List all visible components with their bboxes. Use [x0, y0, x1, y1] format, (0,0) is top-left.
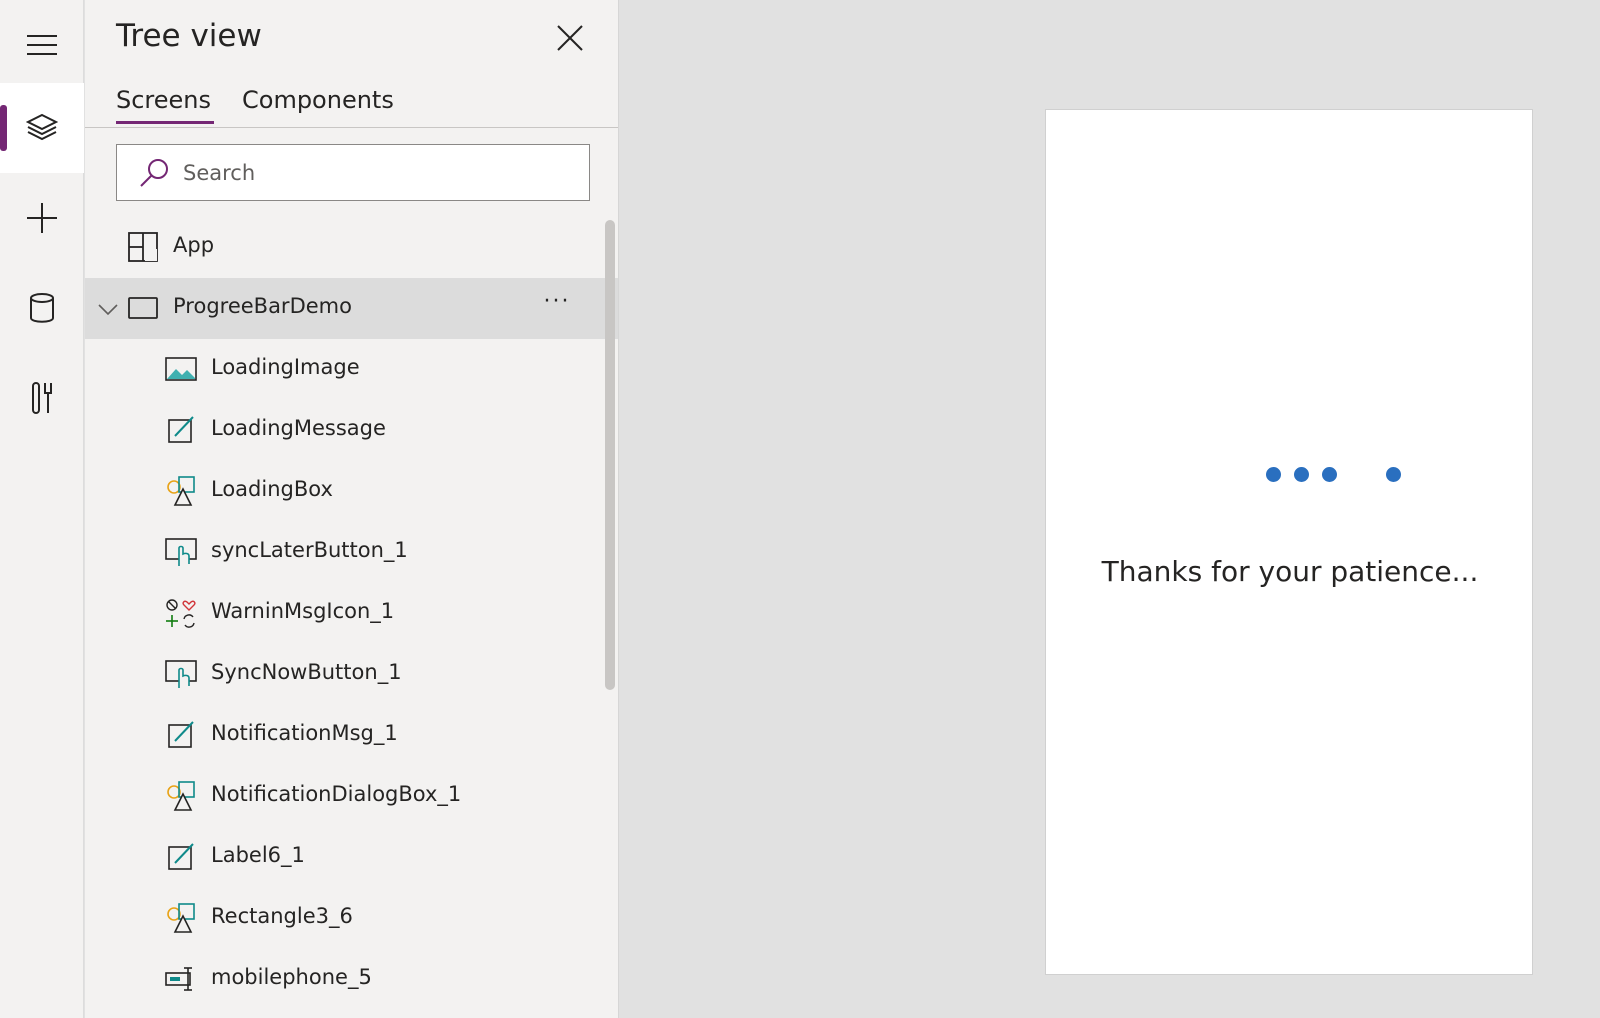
panel-title: Tree view	[116, 18, 262, 54]
screen-preview[interactable]: Thanks for your patience...	[1045, 109, 1533, 975]
loading-dot	[1294, 467, 1309, 482]
tree-item[interactable]: mobilephone_5	[85, 949, 618, 1010]
tree-view-panel: Tree view Screens Components App	[85, 0, 619, 1018]
tree-item-app[interactable]: App	[85, 217, 618, 278]
tree-item[interactable]: Rectangle3_6	[85, 888, 618, 949]
chevron-down-icon[interactable]	[97, 298, 119, 320]
search-input[interactable]	[183, 160, 563, 185]
tree-scrollbar[interactable]	[605, 220, 615, 690]
tree-view-button[interactable]	[0, 83, 84, 173]
tree-item-screen[interactable]: ProgreeBarDemo ···	[85, 278, 618, 339]
tab-components[interactable]: Components	[242, 86, 394, 124]
tree-item[interactable]: LoadingMessage	[85, 400, 618, 461]
tree-item[interactable]: SyncNowButton_1	[85, 644, 618, 705]
layers-icon	[26, 113, 58, 141]
image-icon	[165, 357, 197, 381]
hamburger-menu-button[interactable]	[0, 0, 84, 90]
tree-item[interactable]: WarninMsgIcon_1	[85, 583, 618, 644]
tree-item-label: SyncNowButton_1	[211, 660, 402, 684]
icons-icon	[166, 599, 196, 628]
screen-icon	[128, 297, 158, 319]
tree-item-label: Label6_1	[211, 843, 305, 867]
more-options-button[interactable]: ···	[540, 291, 574, 320]
shape-icon	[167, 903, 195, 933]
button-icon	[165, 538, 197, 566]
close-button[interactable]	[552, 20, 588, 56]
tree-item[interactable]: Label6_1	[85, 827, 618, 888]
tree-item[interactable]: syncLaterButton_1	[85, 522, 618, 583]
tree-item-label: NotificationMsg_1	[211, 721, 398, 745]
tools-button[interactable]	[0, 353, 84, 443]
shape-icon	[167, 476, 195, 506]
loading-dot	[1266, 467, 1281, 482]
tab-bar: Screens Components	[85, 80, 618, 128]
tree-item[interactable]: LoadingImage	[85, 339, 618, 400]
tree-item[interactable]: LoadingBox	[85, 461, 618, 522]
database-icon	[30, 293, 54, 323]
hamburger-icon	[27, 35, 57, 55]
label-icon	[168, 416, 194, 443]
label-icon	[168, 721, 194, 748]
tree-item[interactable]: NotificationMsg_1	[85, 705, 618, 766]
tree-item-label: syncLaterButton_1	[211, 538, 408, 562]
tree-item-label: Rectangle3_6	[211, 904, 353, 928]
tree-item-label: App	[173, 233, 215, 257]
loading-message: Thanks for your patience...	[1101, 555, 1479, 588]
loading-dots	[1266, 467, 1406, 485]
search-box	[116, 144, 590, 201]
tree-item-label: LoadingBox	[211, 477, 333, 501]
shape-icon	[167, 781, 195, 811]
tree-item-label: mobilephone_5	[211, 965, 372, 989]
tree-item-label: NotificationDialogBox_1	[211, 782, 462, 806]
app-icon	[128, 232, 158, 262]
tree-item-label: LoadingImage	[211, 355, 360, 379]
data-button[interactable]	[0, 263, 84, 353]
insert-button[interactable]	[0, 173, 84, 263]
button-icon	[165, 660, 197, 688]
tree-item[interactable]: NotificationDialogBox_1	[85, 766, 618, 827]
tree-item-label: LoadingMessage	[211, 416, 386, 440]
search-icon	[140, 158, 168, 187]
tools-icon	[32, 382, 52, 414]
tree-item-label: ProgreeBarDemo	[173, 294, 352, 318]
active-indicator	[0, 105, 7, 151]
loading-dot	[1322, 467, 1337, 482]
left-rail	[0, 0, 84, 1018]
plus-icon	[27, 203, 57, 233]
close-icon	[557, 25, 583, 51]
loading-dot	[1386, 467, 1401, 482]
tab-screens[interactable]: Screens	[116, 86, 215, 124]
label-icon	[168, 843, 194, 870]
tree-item-label: WarninMsgIcon_1	[211, 599, 395, 623]
text-input-icon	[165, 967, 192, 991]
tree: App ProgreeBarDemo ··· LoadingImage Load…	[85, 217, 618, 1010]
